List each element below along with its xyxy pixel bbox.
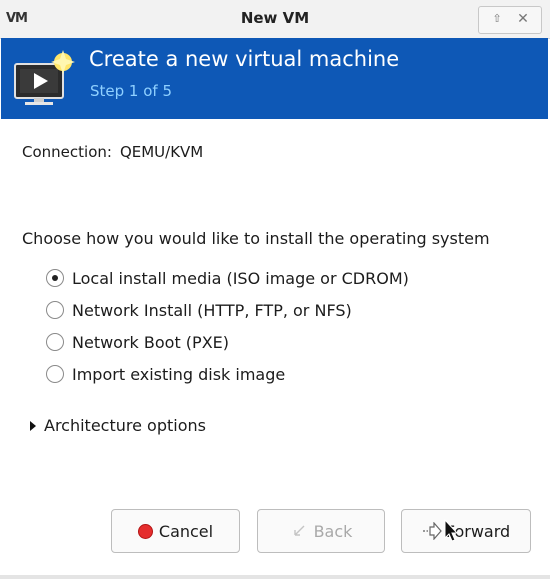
expander-label: Architecture options [44, 416, 206, 435]
close-icon[interactable]: ✕ [515, 11, 531, 27]
window-title: New VM [240, 9, 310, 27]
install-method-prompt: Choose how you would like to install the… [22, 229, 490, 248]
maximize-icon[interactable]: ⇧ [489, 11, 505, 27]
header-banner: Create a new virtual machine Step 1 of 5 [1, 38, 548, 119]
radio-network-install[interactable]: Network Install (HTTP, FTP, or NFS) [46, 294, 409, 326]
step-indicator: Step 1 of 5 [90, 82, 173, 100]
expander-arrow-icon[interactable] [30, 420, 36, 431]
radio-label: Network Boot (PXE) [72, 332, 230, 352]
connection-row: Connection: QEMU/KVM [22, 143, 203, 161]
window-controls: ⇧ ✕ [478, 6, 542, 34]
forward-arrow-icon [422, 522, 442, 540]
radio-label: Network Install (HTTP, FTP, or NFS) [72, 300, 352, 320]
connection-label: Connection: [22, 143, 112, 161]
stop-icon [137, 523, 153, 539]
radio-button-icon[interactable] [46, 333, 64, 351]
cancel-button-label: Cancel [158, 521, 214, 541]
radio-label: Import existing disk image [72, 364, 286, 384]
radio-import-disk-image[interactable]: Import existing disk image [46, 358, 409, 390]
window-bottom-edge [0, 575, 550, 579]
window-titlebar[interactable]: VM New VM ⇧ ✕ [0, 0, 550, 39]
page-title: Create a new virtual machine [89, 47, 400, 71]
mouse-cursor-icon [444, 519, 459, 542]
radio-button-icon[interactable] [46, 301, 64, 319]
radio-network-boot[interactable]: Network Boot (PXE) [46, 326, 409, 358]
architecture-options-expander[interactable]: Architecture options [30, 416, 206, 435]
forward-button[interactable]: Forward [401, 509, 531, 553]
radio-button-icon[interactable] [46, 269, 64, 287]
connection-value: QEMU/KVM [119, 143, 204, 161]
radio-local-install-media[interactable]: Local install media (ISO image or CDROM) [46, 262, 409, 294]
back-button[interactable]: Back [257, 509, 385, 553]
virtual-machine-icon [14, 50, 75, 105]
back-arrow-icon [293, 525, 305, 536]
cancel-button[interactable]: Cancel [111, 509, 240, 553]
radio-label: Local install media (ISO image or CDROM) [72, 268, 409, 288]
back-button-label: Back [313, 521, 353, 541]
radio-button-icon[interactable] [46, 365, 64, 383]
install-method-group: Local install media (ISO image or CDROM)… [46, 262, 409, 390]
